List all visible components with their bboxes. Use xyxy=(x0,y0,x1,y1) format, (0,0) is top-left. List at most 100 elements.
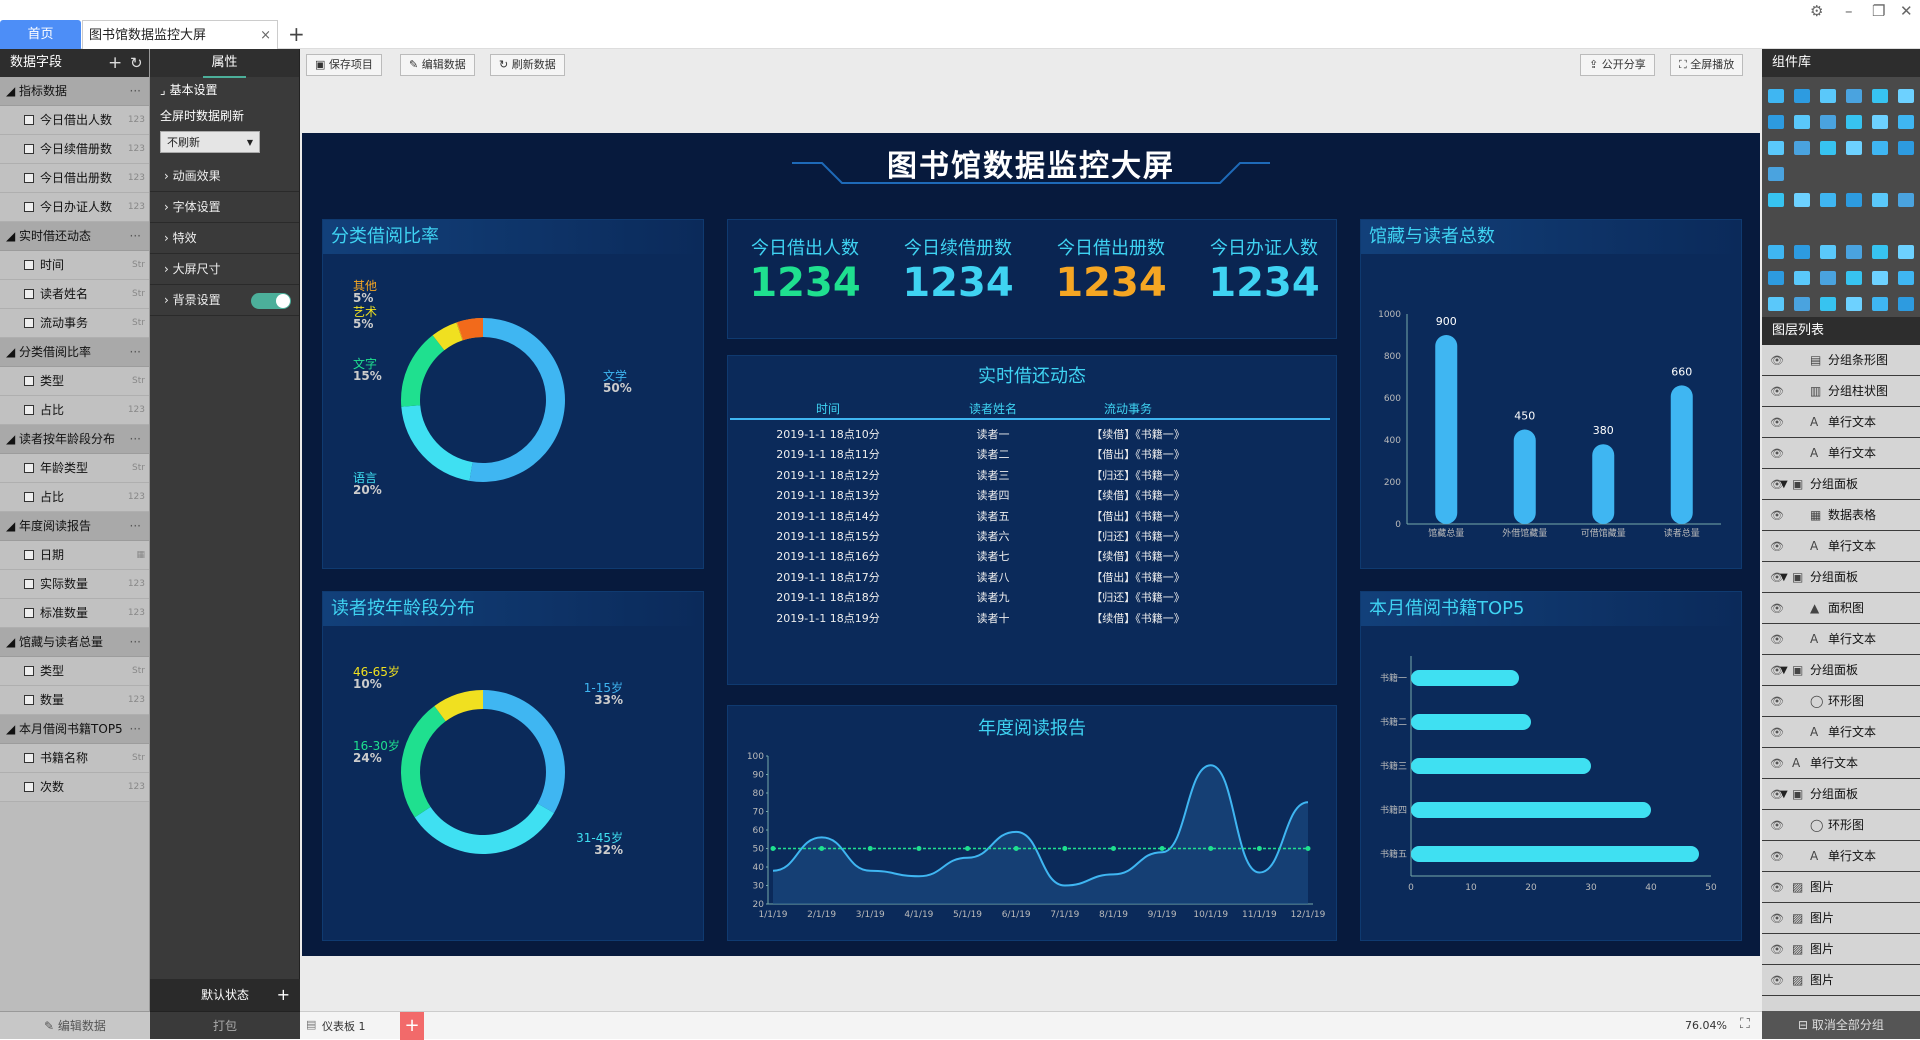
field-item[interactable]: 类型 Str xyxy=(0,657,149,686)
realtime-panel[interactable]: 实时借还动态 时间 读者姓名 流动事务 2019-1-1 18点10分 读者一 【续借】《… xyxy=(727,355,1337,685)
field-item[interactable]: 流动事务 Str xyxy=(0,309,149,338)
refresh-select[interactable]: 不刷新 ▼ xyxy=(160,131,260,153)
edit-data-label: 编辑数据 xyxy=(57,1019,106,1033)
field-group[interactable]: ◢ 分类借阅比率 ··· xyxy=(0,338,149,367)
field-group[interactable]: ◢ 馆藏与读者总量 ··· xyxy=(0,628,149,657)
fullscreen-button[interactable]: ⛶ 全屏播放 xyxy=(1670,54,1744,76)
kpi-panel[interactable]: 今日借出人数 1234 今日续借册数 1234 今日借出册数 1234 今日办证人数 1234 xyxy=(727,219,1337,339)
field-item[interactable]: 书籍名称 Str xyxy=(0,744,149,773)
layer-item[interactable]: 👁 ◯ 环形图 xyxy=(1762,810,1920,841)
public-share-button[interactable]: ⇪ 公开分享 xyxy=(1580,54,1655,76)
basic-settings-section[interactable]: ⌟ 基本设置 xyxy=(150,77,299,103)
layer-item[interactable]: 👁 ▼ ▣ 分组面板 xyxy=(1762,655,1920,686)
field-group[interactable]: ◢ 年度阅读报告 ··· xyxy=(0,512,149,541)
field-list: ◢ 指标数据 ··· 今日借出人数 123 今日续借册数 123 今日借出册数 123 今日办证… xyxy=(0,77,149,802)
refresh-fields-icon[interactable]: ↻ xyxy=(130,49,143,77)
layer-item[interactable]: 👁 ▨ 图片 xyxy=(1762,934,1920,965)
maximize-icon[interactable]: ❐ xyxy=(1872,2,1885,20)
layer-item[interactable]: 👁 ▥ 分组柱状图 xyxy=(1762,376,1920,407)
property-section[interactable]: › 特效 xyxy=(150,223,299,254)
layer-item[interactable]: 👁 ▨ 图片 xyxy=(1762,872,1920,903)
tab-document[interactable]: 图书馆数据监控大屏 × xyxy=(82,20,278,49)
layer-item[interactable]: 👁 A 单行文本 xyxy=(1762,438,1920,469)
add-field-icon[interactable]: + xyxy=(108,49,122,77)
field-item[interactable]: 占比 123 xyxy=(0,396,149,425)
age-panel[interactable]: 读者按年龄段分布 1-15岁 33% 31-45岁 32% 16-30岁 24% 46-65… xyxy=(322,591,704,941)
property-section[interactable]: › 背景设置 xyxy=(150,285,299,316)
tab-home[interactable]: 首页 xyxy=(0,20,81,49)
category-panel[interactable]: 分类借阅比率 文学 50% 语言 20% 文字 15% 艺术 5% 其他 5% xyxy=(322,219,704,569)
background-toggle[interactable] xyxy=(251,293,291,309)
save-project-button[interactable]: ▣ 保存项目 xyxy=(306,54,382,76)
property-section[interactable]: › 大屏尺寸 xyxy=(150,254,299,285)
new-tab-button[interactable]: + xyxy=(288,22,305,46)
field-item[interactable]: 今日续借册数 123 xyxy=(0,135,149,164)
state-bar: 默认状态 + xyxy=(150,979,300,1011)
chevron-right-icon: › xyxy=(164,200,173,214)
field-item[interactable]: 次数 123 xyxy=(0,773,149,802)
field-item[interactable]: 今日借出册数 123 xyxy=(0,164,149,193)
layer-item[interactable]: 👁 ◯ 环形图 xyxy=(1762,686,1920,717)
edit-data-button[interactable]: ✎ 编辑数据 xyxy=(0,1011,150,1039)
field-item[interactable]: 数量 123 xyxy=(0,686,149,715)
field-item[interactable]: 实际数量 123 xyxy=(0,570,149,599)
property-section[interactable]: › 动画效果 xyxy=(150,161,299,192)
annual-panel[interactable]: 年度阅读报告 20 30 40 50 60 70 80 90 100 1/1/19 2/1/19 3/… xyxy=(727,705,1337,941)
add-state-button[interactable]: + xyxy=(277,979,290,1011)
layer-item[interactable]: 👁 ▲ 面积图 xyxy=(1762,593,1920,624)
layer-item[interactable]: 👁 ▼ ▣ 分组面板 xyxy=(1762,562,1920,593)
layer-item[interactable]: 👁 ▼ ▣ 分组面板 xyxy=(1762,779,1920,810)
minimize-icon[interactable]: – xyxy=(1845,2,1853,20)
top5-panel[interactable]: 本月借阅书籍TOP5 0 10 20 30 40 50 书籍一 书籍二 书籍三 书籍四 书籍五 xyxy=(1360,591,1742,941)
field-item[interactable]: 今日办证人数 123 xyxy=(0,193,149,222)
pack-button[interactable]: 打包 xyxy=(150,1011,300,1039)
field-type-badge: Str xyxy=(132,666,145,676)
layer-item[interactable]: 👁 A 单行文本 xyxy=(1762,624,1920,655)
layer-item[interactable]: 👁 A 单行文本 xyxy=(1762,407,1920,438)
layer-item[interactable]: 👁 A 单行文本 xyxy=(1762,531,1920,562)
field-item[interactable]: 年龄类型 Str xyxy=(0,454,149,483)
default-state-label[interactable]: 默认状态 xyxy=(201,988,249,1002)
field-item[interactable]: 时间 Str xyxy=(0,251,149,280)
layer-item[interactable]: 👁 ▨ 图片 xyxy=(1762,965,1920,996)
layer-item[interactable]: 👁 A 单行文本 xyxy=(1762,841,1920,872)
fit-screen-icon[interactable]: ⛶ xyxy=(1740,1016,1750,1032)
layer-label: 图片 xyxy=(1810,973,1835,987)
layer-type-icon: ▣ xyxy=(1792,663,1804,677)
field-item[interactable]: 日期 ▦ xyxy=(0,541,149,570)
layer-item[interactable]: 👁 A 单行文本 xyxy=(1762,717,1920,748)
dashboard-screen[interactable]: 图书馆数据监控大屏 分类借阅比率 文学 50% 语言 20% 文字 15% 艺术 5% 其他 5%… xyxy=(302,133,1760,956)
refresh-data-button[interactable]: ↻ 刷新数据 xyxy=(490,54,565,76)
close-tab-icon[interactable]: × xyxy=(260,21,271,50)
close-window-icon[interactable]: ✕ xyxy=(1900,2,1913,20)
field-group[interactable]: ◢ 读者按年龄段分布 ··· xyxy=(0,425,149,454)
field-item[interactable]: 读者姓名 Str xyxy=(0,280,149,309)
table-row: 2019-1-1 18点10分 读者一 【续借】《书籍一》 xyxy=(728,426,1334,446)
properties-tab[interactable]: 属性 xyxy=(203,50,246,78)
layer-item[interactable]: 👁 ▨ 图片 xyxy=(1762,903,1920,934)
donut-slice xyxy=(483,690,565,813)
property-section[interactable]: › 字体设置 xyxy=(150,192,299,223)
ungroup-all-button[interactable]: ⊟ 取消全部分组 xyxy=(1762,1011,1920,1039)
field-item[interactable]: 占比 123 xyxy=(0,483,149,512)
field-item[interactable]: 标准数量 123 xyxy=(0,599,149,628)
field-group[interactable]: ◢ 实时借还动态 ··· xyxy=(0,222,149,251)
field-item[interactable]: 今日借出人数 123 xyxy=(0,106,149,135)
property-section-label: 背景设置 xyxy=(172,293,221,307)
layer-type-icon: ▣ xyxy=(1792,570,1804,584)
collection-panel[interactable]: 馆藏与读者总数 0 200 400 600 800 1000 900 馆藏总量 450 外借馆藏量… xyxy=(1360,219,1742,569)
edit-data-toolbar-button[interactable]: ✎ 编辑数据 xyxy=(400,54,475,76)
field-group[interactable]: ◢ 本月借阅书籍TOP5 ··· xyxy=(0,715,149,744)
layer-item[interactable]: 👁 ▤ 分组条形图 xyxy=(1762,345,1920,376)
layer-item[interactable]: 👁 ▼ ▣ 分组面板 xyxy=(1762,469,1920,500)
table-row: 2019-1-1 18点13分 读者四 【续借】《书籍一》 xyxy=(728,487,1334,507)
field-item[interactable]: 类型 Str xyxy=(0,367,149,396)
add-page-button[interactable]: + xyxy=(400,1012,424,1040)
page-tab[interactable]: 仪表板 1 xyxy=(322,1018,366,1034)
page-icon: ▤ xyxy=(306,1018,317,1031)
layer-item[interactable]: 👁 ▦ 数据表格 xyxy=(1762,500,1920,531)
settings-icon[interactable]: ⚙ xyxy=(1810,2,1823,20)
field-group[interactable]: ◢ 指标数据 ··· xyxy=(0,77,149,106)
layer-item[interactable]: 👁 A 单行文本 xyxy=(1762,748,1920,779)
property-section-label: 动画效果 xyxy=(172,169,221,183)
